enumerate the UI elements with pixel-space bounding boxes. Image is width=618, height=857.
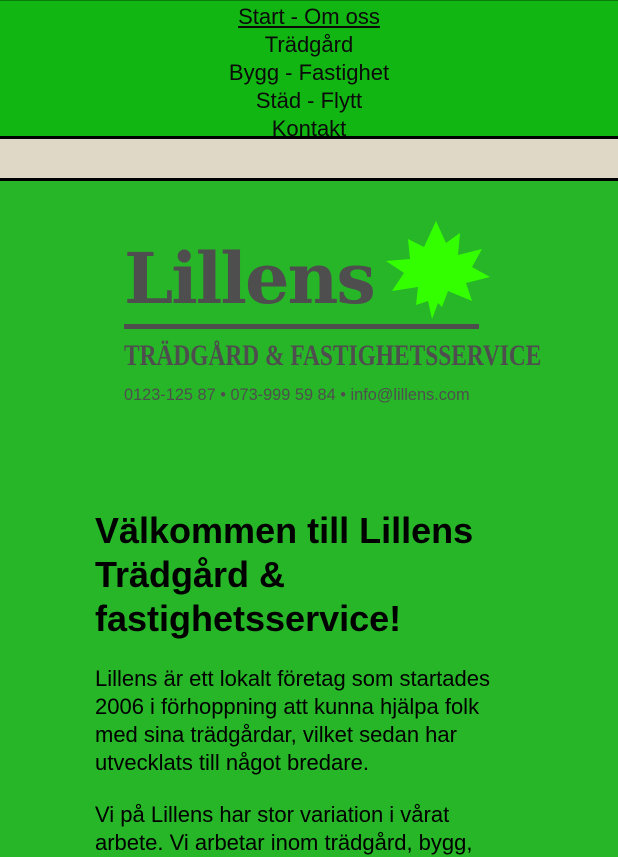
main-content: Välkommen till Lillens Trädgård & fastig…	[0, 509, 618, 857]
logo-rule	[124, 324, 479, 329]
main-nav: Start - Om oss Trädgård Bygg - Fastighet…	[0, 0, 618, 141]
maple-leaf-icon	[386, 221, 490, 319]
company-logo: Lillens TRÄDGÅRD & FASTIGHETSSERVICE 012…	[0, 181, 618, 501]
nav-item-bygg-fastighet[interactable]: Bygg - Fastighet	[0, 59, 618, 87]
header-band	[0, 139, 618, 181]
nav-item-start-om-oss[interactable]: Start - Om oss	[0, 3, 618, 31]
nav-item-tradgard[interactable]: Trädgård	[0, 31, 618, 59]
intro-paragraph: Lillens är ett lokalt företag som starta…	[95, 666, 490, 775]
logo-contact-line: 0123-125 87 • 073-999 59 84 • info@lille…	[124, 385, 470, 404]
page-heading: Välkommen till Lillens Trädgård & fastig…	[95, 510, 474, 639]
logo-title: Lillens	[124, 237, 376, 320]
variation-paragraph: Vi på Lillens har stor variation i vårat…	[95, 802, 473, 855]
logo-subtitle: TRÄDGÅRD & FASTIGHETSSERVICE	[124, 339, 542, 372]
nav-item-stad-flytt[interactable]: Städ - Flytt	[0, 87, 618, 115]
